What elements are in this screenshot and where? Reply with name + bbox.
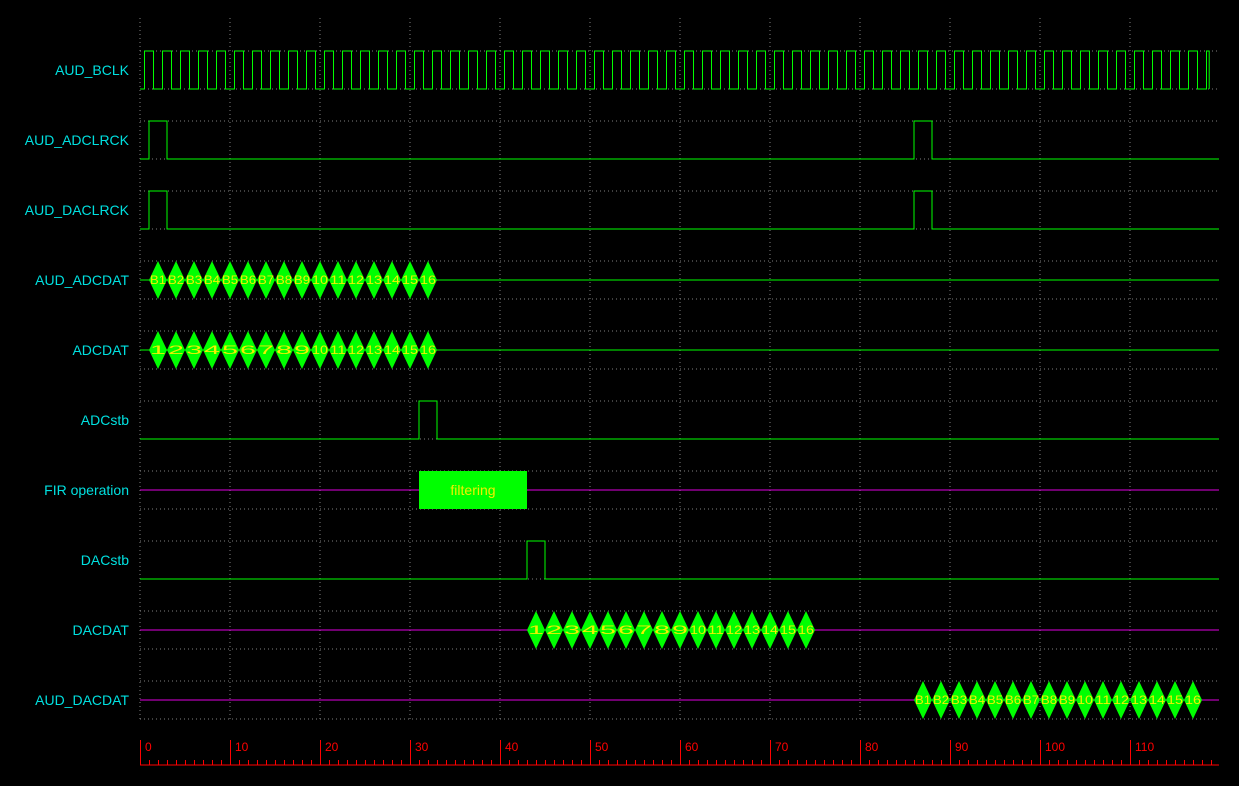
signal-label: ADCstb [81, 412, 129, 428]
bus-cell-label: 15 [780, 623, 796, 637]
bus-cell-label: B1 [915, 693, 931, 707]
bus-cell-label: 16 [1185, 693, 1201, 707]
bus-cell-label: 10 [690, 623, 706, 637]
bus-cell-label: B3 [186, 273, 202, 287]
axis-tick-label: 110 [1135, 740, 1154, 754]
bus-cell-label: 4 [582, 623, 599, 637]
signal-label: DACstb [81, 552, 129, 568]
bus-cell-label: 6 [618, 623, 635, 637]
bus-cell-label: 13 [744, 623, 760, 637]
bus-cell-label: B1 [150, 273, 166, 287]
bus-cell-label: B9 [1059, 693, 1075, 707]
bus-cell-label: B8 [276, 273, 292, 287]
axis-tick-label: 10 [235, 740, 249, 754]
bus-cell-label: 10 [312, 343, 328, 357]
bus-cell-label: 2 [546, 623, 563, 637]
bus-cell-label: 8 [654, 623, 671, 637]
bus-cell-label: 11 [330, 343, 346, 357]
signal-label: ADCDAT [72, 342, 129, 358]
signal-row: DACstb [81, 540, 1219, 580]
bus-cell-label: 1 [150, 343, 167, 357]
bus-cell-label: 14 [762, 623, 778, 637]
axis-tick-label: 80 [865, 740, 879, 754]
bus-cell-label: 15 [402, 343, 418, 357]
axis-tick-label: 20 [325, 740, 339, 754]
bus-cell-label: 1 [528, 623, 545, 637]
axis-tick-label: 60 [685, 740, 699, 754]
bus-cell-label: 9 [672, 623, 689, 637]
clock-waveform [140, 50, 1210, 90]
bus-cell-label: 12 [348, 273, 364, 287]
axis-tick-label: 40 [505, 740, 519, 754]
bus-cell-label: 10 [312, 273, 328, 287]
bus-cell-label: 13 [366, 273, 382, 287]
bus-cell-label: 15 [402, 273, 418, 287]
bus-cell-label: B6 [240, 273, 256, 287]
bus-cell-label: B4 [969, 693, 985, 707]
bus-cell-label: 8 [276, 343, 293, 357]
bus-cell-label: B9 [294, 273, 310, 287]
bus-cell-label: 3 [564, 623, 581, 637]
bus-cell-label: 15 [1167, 693, 1183, 707]
bus-cell-label: 10 [1077, 693, 1093, 707]
filtering-label: filtering [450, 482, 495, 498]
signal-label: FIR operation [44, 482, 129, 498]
bus-cell-label: 12 [1113, 693, 1129, 707]
signal-label: AUD_BCLK [55, 62, 130, 78]
bus-cell-label: 14 [384, 343, 400, 357]
bus-cell-label: B7 [1023, 693, 1039, 707]
bus-cell-label: 4 [204, 343, 221, 357]
bus-cell-label: B4 [204, 273, 220, 287]
bus-cell-label: 16 [420, 273, 436, 287]
bus-cell-label: B6 [1005, 693, 1021, 707]
time-axis: 0 10 20 30 40 50 60 70 80 90 100 110 [140, 740, 1219, 766]
axis-tick-label: 70 [775, 740, 789, 754]
signal-row: AUD_ADCDAT B1 B2 B3 B4 B5 B6 B7 B8 B9 10 11 12 13 14 15… [35, 260, 1219, 300]
bus-cell-label: 5 [600, 623, 617, 637]
signal-row: ADCDAT 1 2 3 4 5 6 7 8 9 10 11 12 13 14 15 16 [72, 330, 1219, 370]
axis-tick-label: 30 [415, 740, 429, 754]
signal-label: AUD_DACDAT [35, 692, 129, 708]
bus-cell-label: 13 [1131, 693, 1147, 707]
bus-cell-label: 14 [1149, 693, 1165, 707]
bus-cell-label: B8 [1041, 693, 1057, 707]
bus-cell-label: B5 [222, 273, 238, 287]
signal-label: AUD_DACLRCK [25, 202, 130, 218]
bus-cell-label: B5 [987, 693, 1003, 707]
signal-row: AUD_DACDAT B1 B2 B3 B4 B5 B6 B7 B8 B9 10 11 12 13 14 15… [35, 680, 1219, 720]
bus-cell-label: B7 [258, 273, 274, 287]
signal-row: ADCstb [81, 400, 1219, 440]
signal-label: DACDAT [72, 622, 129, 638]
bus-cell-label: 11 [1095, 693, 1111, 707]
signal-label: AUD_ADCDAT [35, 272, 129, 288]
signal-row: DACDAT 1 2 3 4 5 6 7 8 9 10 11 12 13 14 15 16 [72, 610, 1219, 650]
bus-cell-label: 11 [708, 623, 724, 637]
bus-cell-label: 9 [294, 343, 311, 357]
axis-tick-label: 50 [595, 740, 609, 754]
bus-cell-label: 14 [384, 273, 400, 287]
signal-row: FIR operation filtering [44, 470, 1219, 510]
axis-tick-label: 0 [145, 740, 152, 754]
bus-cell-label: 7 [636, 623, 653, 637]
bus-cell-label: 12 [726, 623, 742, 637]
bus-cell-label: 16 [798, 623, 814, 637]
bus-cell-label: B2 [933, 693, 949, 707]
axis-tick-label: 100 [1045, 740, 1065, 754]
bus-cell-label: 13 [366, 343, 382, 357]
bus-cell-label: 16 [420, 343, 436, 357]
axis-tick-label: 90 [955, 740, 969, 754]
bus-cell-label: B3 [951, 693, 967, 707]
bus-cell-label: 6 [240, 343, 257, 357]
bus-cell-label: 12 [348, 343, 364, 357]
signal-label: AUD_ADCLRCK [25, 132, 130, 148]
bus-cell-label: B2 [168, 273, 184, 287]
bus-cell-label: 11 [330, 273, 346, 287]
bus-cell-label: 5 [222, 343, 239, 357]
bus-cell-label: 2 [168, 343, 185, 357]
bus-cell-label: 7 [258, 343, 275, 357]
timing-diagram: AUD_BCLK AUD_ADCLRCK AUD_DACLRCK AUD_ADCDAT… [25, 18, 1219, 766]
bus-cell-label: 3 [186, 343, 203, 357]
